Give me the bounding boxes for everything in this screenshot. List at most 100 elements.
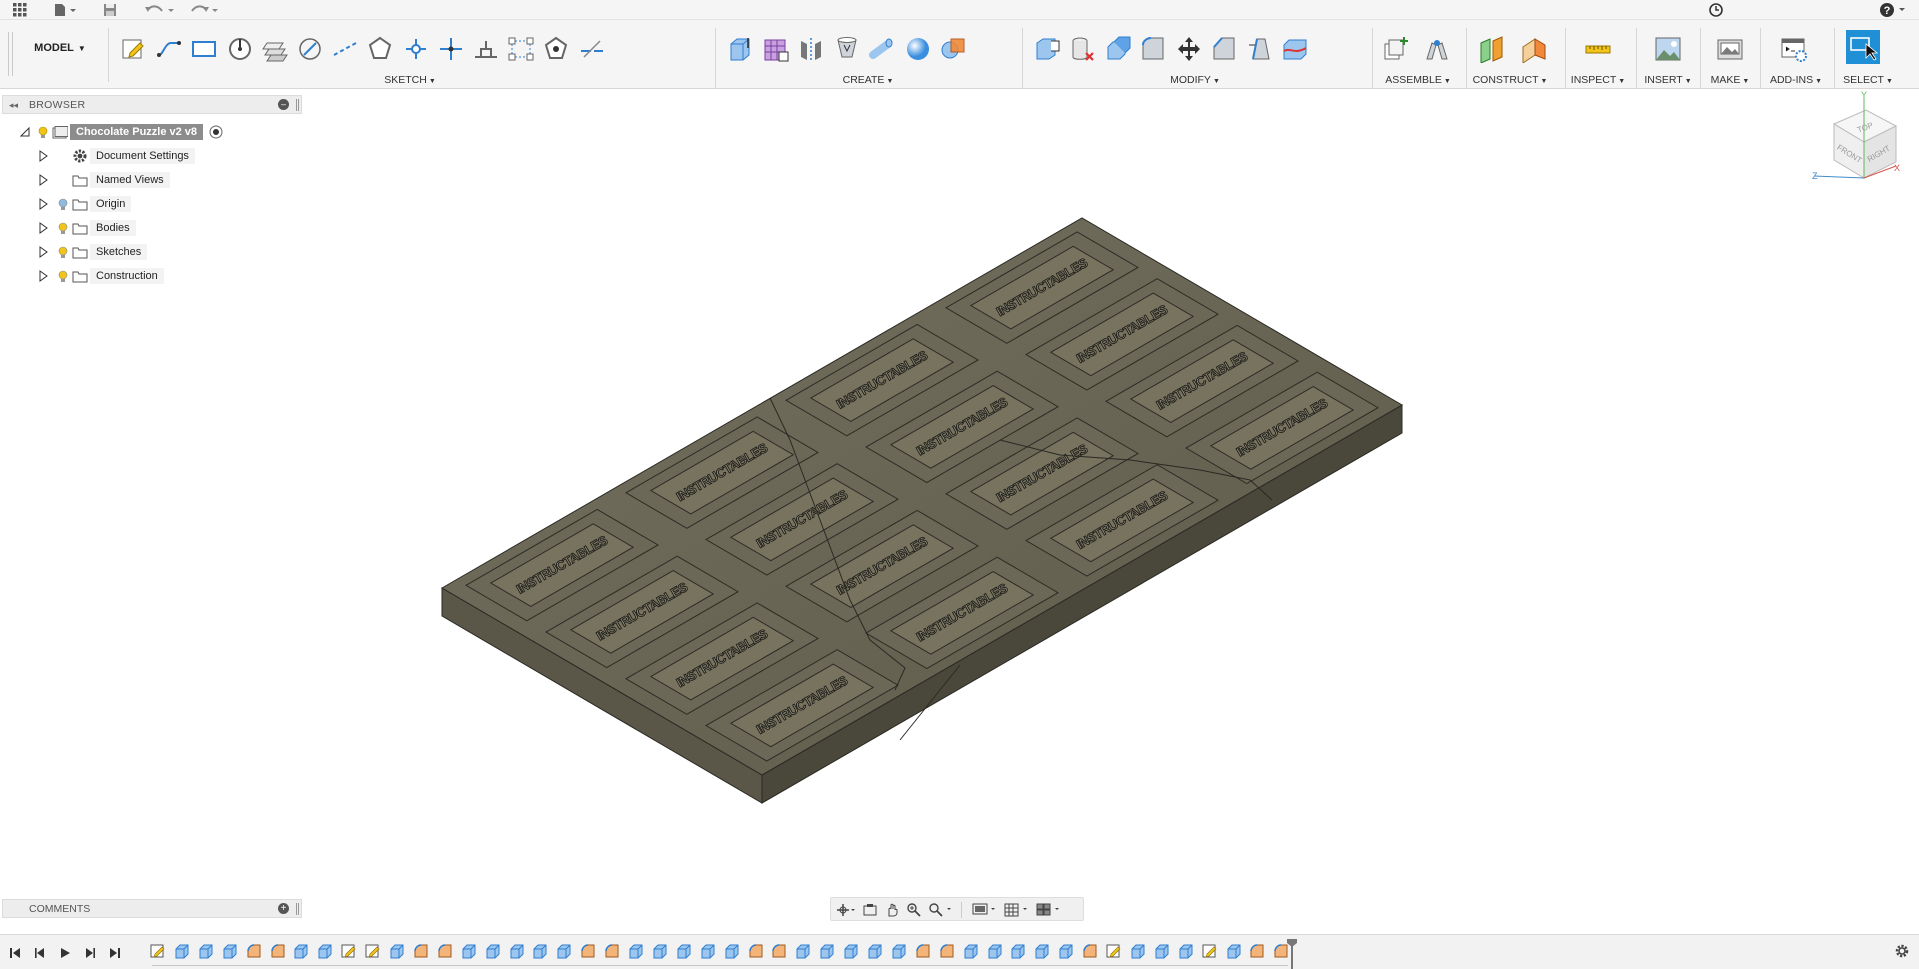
timeline-fillet-feature[interactable] (748, 943, 764, 959)
polygon-tool[interactable] (364, 33, 396, 65)
circle-tool[interactable] (224, 33, 256, 65)
sphere-tool[interactable] (902, 33, 934, 65)
offset-plane-tool[interactable] (1476, 33, 1508, 65)
joint-tool[interactable] (1421, 33, 1453, 65)
timeline-fillet-feature[interactable] (604, 943, 620, 959)
prev-frame-icon[interactable] (31, 944, 49, 962)
timeline-extrude-feature[interactable] (676, 943, 692, 959)
plane-at-angle-tool[interactable] (1519, 33, 1551, 65)
timeline-fillet-feature[interactable] (580, 943, 596, 959)
grid-settings-icon[interactable] (1003, 901, 1031, 919)
undo-icon[interactable] (142, 0, 176, 20)
scripts-tool[interactable] (1778, 33, 1810, 65)
chocolate-bar-model[interactable]: INSTRUCTABLESINSTRUCTABLESINSTRUCTABLESI… (0, 90, 1919, 900)
node-label[interactable]: Construction (90, 268, 164, 284)
timeline-extrude-feature[interactable] (819, 943, 835, 959)
timeline-extrude-feature[interactable] (652, 943, 668, 959)
pan-icon[interactable] (881, 901, 903, 919)
combine-tool[interactable] (937, 33, 969, 65)
visibility-bulb-icon[interactable] (36, 122, 50, 142)
add-comment-icon[interactable]: + (278, 903, 289, 914)
timeline-sketch-feature[interactable] (1202, 943, 1218, 959)
expand-triangle-icon[interactable] (36, 146, 50, 166)
play-icon[interactable] (56, 944, 74, 962)
browser-node-origin[interactable]: Origin (36, 194, 132, 214)
node-label[interactable]: Origin (90, 196, 132, 212)
timeline-fillet-feature[interactable] (771, 943, 787, 959)
file-menu-icon[interactable] (50, 0, 80, 20)
expand-triangle-icon[interactable] (36, 242, 50, 262)
construct-menu[interactable]: CONSTRUCT ▼ (1473, 74, 1548, 86)
timeline-fillet-feature[interactable] (270, 943, 286, 959)
mirror-tool[interactable] (795, 33, 827, 65)
visibility-bulb-icon[interactable] (56, 266, 70, 286)
assemble-menu[interactable]: ASSEMBLE ▼ (1385, 74, 1451, 86)
timeline-extrude-feature[interactable] (628, 943, 644, 959)
delete-tool[interactable] (1066, 33, 1098, 65)
pipe-tool[interactable] (866, 33, 898, 65)
visibility-bulb-icon[interactable] (56, 194, 70, 214)
timeline-extrude-feature[interactable] (795, 943, 811, 959)
loft-tool[interactable] (831, 33, 863, 65)
timeline-fillet-feature[interactable] (413, 943, 429, 959)
pattern-tool[interactable] (505, 33, 537, 65)
extrude-tool[interactable] (724, 33, 756, 65)
draft-tool[interactable] (1243, 33, 1275, 65)
timeline-extrude-feature[interactable] (1154, 943, 1170, 959)
expand-triangle-icon[interactable] (36, 170, 50, 190)
node-label[interactable]: Document Settings (90, 148, 195, 164)
node-label[interactable]: Named Views (90, 172, 170, 188)
timeline-sketch-feature[interactable] (150, 943, 166, 959)
timeline-extrude-feature[interactable] (724, 943, 740, 959)
timeline-extrude-feature[interactable] (1226, 943, 1242, 959)
arc-tool[interactable] (294, 33, 326, 65)
next-frame-icon[interactable] (81, 944, 99, 962)
timeline-extrude-feature[interactable] (987, 943, 1003, 959)
expand-triangle-icon[interactable] (36, 218, 50, 238)
minimize-browser-icon[interactable]: – (278, 99, 289, 110)
dash-line-tool[interactable] (576, 33, 608, 65)
timeline-extrude-feature[interactable] (222, 943, 238, 959)
save-icon[interactable] (100, 0, 120, 20)
job-status-icon[interactable] (1706, 0, 1726, 20)
browser-node-document-settings[interactable]: Document Settings (36, 146, 195, 166)
timeline-fillet-feature[interactable] (437, 943, 453, 959)
construction-line-tool[interactable] (329, 33, 361, 65)
timeline-extrude-feature[interactable] (700, 943, 716, 959)
comments-panel[interactable]: COMMENTS + (2, 899, 302, 918)
timeline-sketch-feature[interactable] (341, 943, 357, 959)
timeline-extrude-feature[interactable] (389, 943, 405, 959)
inspect-menu[interactable]: INSPECT ▼ (1571, 74, 1625, 86)
add-ins-menu[interactable]: ADD-INS ▼ (1770, 74, 1822, 86)
viewports-icon[interactable] (1035, 901, 1063, 919)
panel-grip[interactable] (296, 99, 299, 111)
app-grid-icon[interactable] (10, 0, 30, 20)
panel-grip[interactable] (296, 903, 299, 915)
offset-tool[interactable] (259, 33, 291, 65)
insert-menu[interactable]: INSERT ▼ (1644, 74, 1691, 86)
timeline-sketch-feature[interactable] (365, 943, 381, 959)
node-label[interactable]: Sketches (90, 244, 148, 260)
insert-image-tool[interactable] (1652, 33, 1684, 65)
timeline-extrude-feature[interactable] (843, 943, 859, 959)
first-frame-icon[interactable] (6, 944, 24, 962)
timeline-extrude-feature[interactable] (963, 943, 979, 959)
timeline-extrude-feature[interactable] (532, 943, 548, 959)
line-tool[interactable] (153, 33, 185, 65)
browser-header[interactable]: ◂◂ BROWSER – (2, 95, 302, 114)
timeline-fillet-feature[interactable] (915, 943, 931, 959)
spline-tool[interactable] (400, 33, 432, 65)
move-tool[interactable] (1173, 33, 1205, 65)
timeline-extrude-feature[interactable] (174, 943, 190, 959)
expand-triangle-icon[interactable] (36, 194, 50, 214)
timeline-sketch-feature[interactable] (1106, 943, 1122, 959)
timeline-extrude-feature[interactable] (293, 943, 309, 959)
timeline-fillet-feature[interactable] (939, 943, 955, 959)
point-tool[interactable] (435, 33, 467, 65)
timeline-extrude-feature[interactable] (198, 943, 214, 959)
timeline-settings-icon[interactable] (1893, 942, 1911, 960)
orbit-icon[interactable] (835, 901, 857, 919)
create-menu[interactable]: CREATE ▼ (843, 74, 894, 86)
visibility-bulb-icon[interactable] (56, 218, 70, 238)
sketch-menu[interactable]: SKETCH ▼ (384, 74, 436, 86)
